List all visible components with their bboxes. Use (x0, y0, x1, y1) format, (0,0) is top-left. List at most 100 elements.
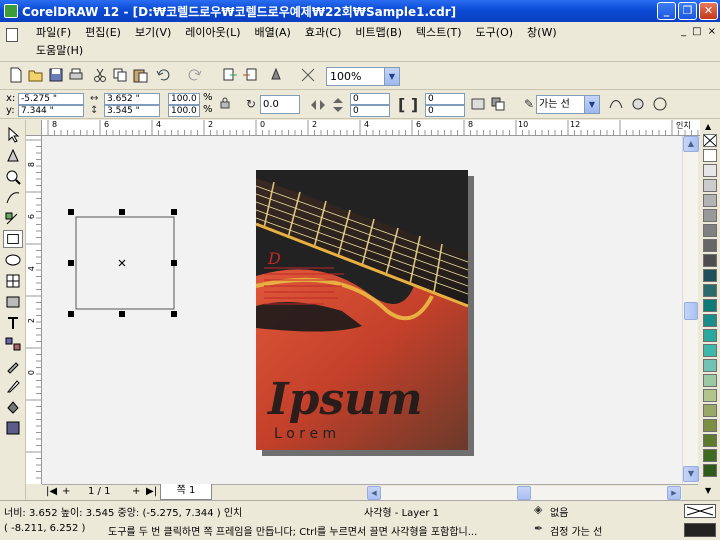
color-swatch[interactable] (703, 179, 717, 192)
last-page-button[interactable]: ▶| (146, 486, 157, 497)
doc-close-button[interactable]: × (708, 26, 716, 37)
rectangle-tool-icon[interactable] (3, 230, 23, 248)
color-swatch[interactable] (703, 239, 717, 252)
menu-effects[interactable]: 효과(C) (301, 25, 346, 41)
color-swatch[interactable] (703, 389, 717, 402)
add-page-after-button[interactable]: + (132, 486, 140, 497)
print-icon[interactable] (68, 67, 84, 83)
color-swatch[interactable] (703, 164, 717, 177)
chevron-down-icon[interactable]: ▼ (384, 68, 399, 85)
color-swatch[interactable] (703, 209, 717, 222)
doc-minimize-button[interactable]: _ (681, 26, 686, 37)
color-swatch[interactable] (703, 269, 717, 282)
color-swatch[interactable] (703, 404, 717, 417)
close-button[interactable]: ✕ (699, 2, 718, 20)
selection-handle[interactable] (171, 209, 177, 215)
scroll-left-button[interactable]: ◀ (367, 486, 381, 500)
selection-handle[interactable] (68, 209, 74, 215)
menu-tools[interactable]: 도구(O) (472, 25, 517, 41)
corner-roundness-br[interactable]: 0 (425, 105, 465, 117)
doc-restore-button[interactable]: □ (692, 26, 701, 37)
rotation-angle-field[interactable]: 0.0 (260, 95, 300, 114)
round-corners-together-icon[interactable]: [ ] (398, 95, 418, 114)
app-launcher-icon[interactable] (268, 67, 284, 83)
welcome-icon[interactable] (300, 67, 316, 83)
scroll-down-button[interactable]: ▼ (683, 466, 699, 482)
ellipse-tool-icon[interactable] (3, 251, 23, 269)
scale-y-field[interactable]: 100.0 (168, 105, 200, 117)
mirror-horizontal-icon[interactable] (309, 96, 327, 114)
shape-icon[interactable] (630, 96, 646, 112)
basic-shapes-tool-icon[interactable] (3, 293, 23, 311)
menu-file[interactable]: 파일(F) (32, 25, 75, 41)
eyedropper-tool-icon[interactable] (3, 356, 23, 374)
app-icon[interactable] (4, 4, 18, 18)
undo-icon[interactable] (156, 67, 172, 83)
fill-color-box[interactable] (684, 504, 716, 518)
scroll-up-button[interactable]: ▲ (683, 136, 699, 152)
wrap-text-icon[interactable] (470, 96, 486, 112)
page-tab-1[interactable]: 쪽 1 (160, 484, 212, 500)
paste-icon[interactable] (132, 67, 148, 83)
interactive-fill-tool-icon[interactable] (3, 419, 23, 437)
horizontal-ruler[interactable]: 8 6 4 2 0 2 4 6 8 10 12 인치 (42, 120, 700, 136)
height-field[interactable]: 3.545 " (104, 105, 160, 117)
color-swatch[interactable] (703, 329, 717, 342)
mirror-vertical-icon[interactable] (329, 96, 347, 114)
open-icon[interactable] (28, 67, 44, 83)
outline-color-box[interactable] (684, 523, 716, 537)
cut-icon[interactable] (92, 67, 108, 83)
first-page-button[interactable]: |◀ (46, 486, 57, 497)
width-field[interactable]: 3.652 " (104, 93, 160, 105)
new-icon[interactable] (8, 67, 24, 83)
color-swatch[interactable] (703, 434, 717, 447)
chevron-down-icon[interactable]: ▼ (584, 96, 599, 113)
menu-help[interactable]: 도움말(H) (32, 44, 87, 57)
menu-arrange[interactable]: 배열(A) (251, 25, 295, 41)
lock-ratio-icon[interactable] (219, 97, 231, 109)
selection-handle[interactable] (68, 260, 74, 266)
menu-text[interactable]: 텍스트(T) (412, 25, 466, 41)
palette-scroll-up-icon[interactable]: ▲ (705, 122, 711, 131)
document-icon[interactable] (6, 28, 18, 42)
color-swatch[interactable] (703, 449, 717, 462)
color-swatch[interactable] (703, 224, 717, 237)
horizontal-scroll-thumb[interactable] (517, 486, 531, 500)
color-swatch[interactable] (703, 194, 717, 207)
maximize-button[interactable]: ❐ (678, 2, 697, 20)
convert-to-curves-icon[interactable] (608, 96, 624, 112)
selection-handle[interactable] (171, 311, 177, 317)
add-page-before-button[interactable]: + (62, 486, 70, 497)
y-position-field[interactable]: 7.344 " (18, 105, 84, 117)
outline-width-select[interactable]: 가는 선 ▼ (536, 95, 600, 114)
redo-icon[interactable] (186, 67, 202, 83)
ruler-origin[interactable] (26, 120, 42, 136)
horizontal-scrollbar[interactable]: ◀ ▶ (367, 486, 682, 500)
import-icon[interactable] (222, 67, 238, 83)
export-icon[interactable] (242, 67, 258, 83)
selected-rectangle[interactable] (68, 209, 177, 317)
color-swatch[interactable] (703, 359, 717, 372)
zoom-level-select[interactable]: 100% ▼ (326, 67, 400, 86)
to-front-icon[interactable] (490, 96, 506, 112)
text-tool-icon[interactable] (3, 314, 23, 332)
color-swatch[interactable] (703, 149, 717, 162)
title-bar[interactable]: CorelDRAW 12 - [D:₩코렐드로우₩코렐드로우예제₩22회₩Sam… (0, 0, 720, 22)
menu-window[interactable]: 창(W) (523, 25, 561, 41)
selection-handle[interactable] (171, 260, 177, 266)
circle-tool-icon[interactable] (652, 96, 668, 112)
color-swatch[interactable] (703, 374, 717, 387)
color-swatch[interactable] (703, 344, 717, 357)
menu-bitmaps[interactable]: 비트맵(B) (351, 25, 406, 41)
selection-handle[interactable] (119, 311, 125, 317)
menu-view[interactable]: 보기(V) (131, 25, 175, 41)
drawing-canvas[interactable]: D Ipsum L o r e m (42, 136, 682, 484)
corner-roundness-tl[interactable]: 0 (350, 93, 390, 105)
scale-x-field[interactable]: 100.0 (168, 93, 200, 105)
zoom-tool-icon[interactable] (3, 168, 23, 186)
save-icon[interactable] (48, 67, 64, 83)
color-swatch[interactable] (703, 419, 717, 432)
pick-tool-icon[interactable] (3, 126, 23, 144)
vertical-scrollbar[interactable]: ▲ ▼ (682, 136, 699, 484)
no-color-swatch[interactable] (703, 134, 717, 147)
